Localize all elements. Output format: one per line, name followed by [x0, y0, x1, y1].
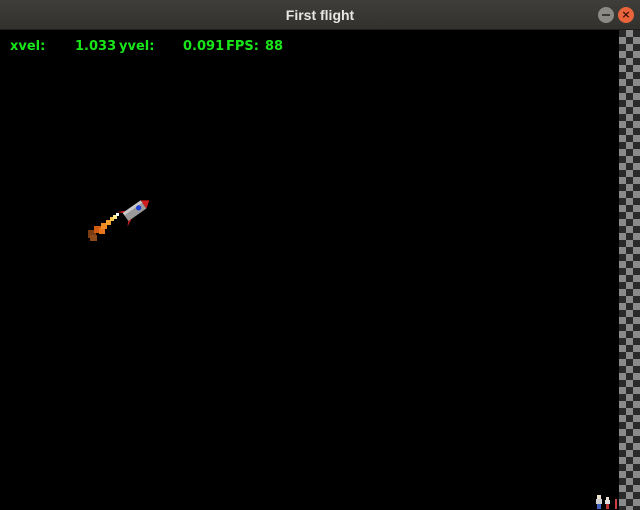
title-bar[interactable]: First flight ×	[0, 0, 640, 30]
minimize-button[interactable]	[598, 7, 614, 23]
xvel-label: xvel:	[10, 39, 46, 54]
rocket-icon	[117, 200, 150, 227]
finish-line-strip	[619, 30, 640, 510]
exhaust-flame-icon	[88, 213, 119, 241]
game-canvas[interactable]: xvel: 1.033 yvel: 0.091 FPS: 88	[0, 30, 640, 510]
rocket-sprite	[88, 200, 150, 241]
window-title: First flight	[285, 7, 355, 23]
yvel-value: 0.091	[183, 39, 225, 54]
yvel-label: yvel:	[119, 39, 155, 54]
xvel-value: 1.033	[75, 39, 117, 54]
app-window: First flight × xvel: 1.033 yvel: 0.091 F…	[0, 0, 640, 510]
people-icon	[596, 495, 617, 509]
fps-value: 88	[265, 39, 284, 54]
close-icon: ×	[621, 8, 631, 21]
close-button[interactable]: ×	[618, 7, 634, 23]
fps-label: FPS:	[226, 39, 259, 54]
